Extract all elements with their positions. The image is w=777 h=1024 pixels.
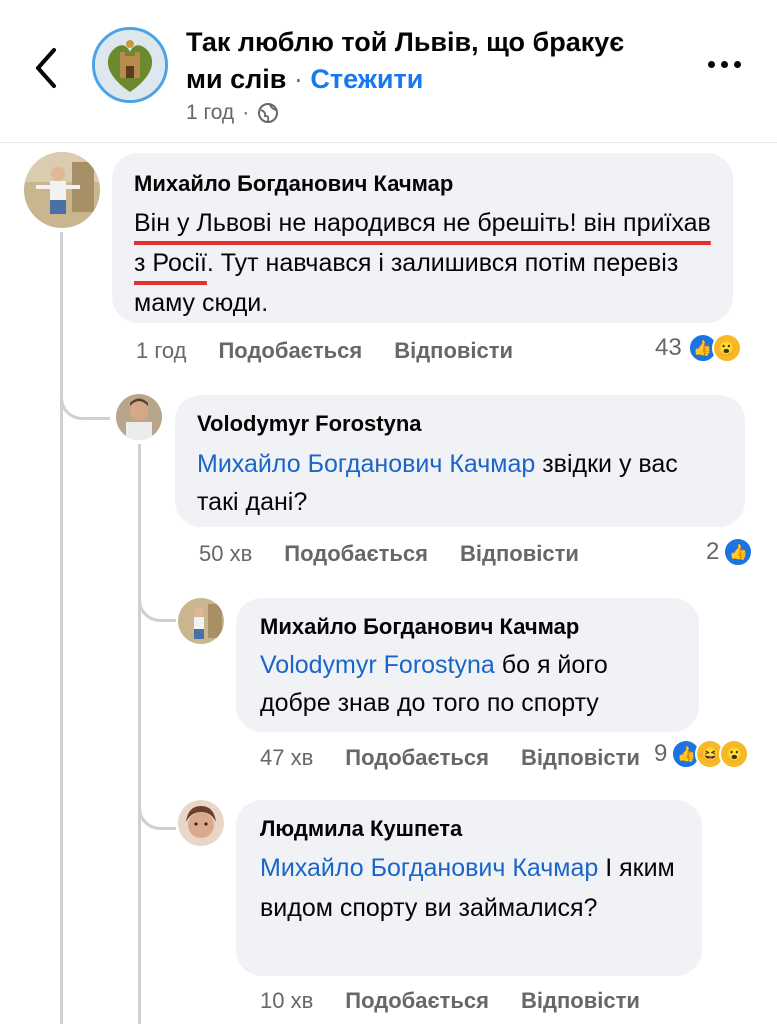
like-button[interactable]: Подобається (345, 745, 489, 771)
comment-time[interactable]: 47 хв (260, 745, 313, 771)
comment-time[interactable]: 10 хв (260, 988, 313, 1014)
comment-bubble: Михайло Богданович Качмар Volodymyr Foro… (236, 598, 699, 732)
mention-link[interactable]: Михайло Богданович Качмар (197, 450, 535, 478)
reaction-summary[interactable]: 2 👍 (706, 537, 754, 567)
comment-text-rest: . Тут навчався і залишився потім перевіз… (134, 249, 679, 317)
user-photo-icon (116, 394, 162, 440)
reaction-count: 9 (654, 740, 668, 767)
meta-dot: · (242, 101, 250, 124)
user-photo-icon (178, 598, 224, 644)
reply-button[interactable]: Відповісти (460, 541, 579, 567)
title-separator: · (286, 64, 311, 94)
reply-button[interactable]: Відповісти (521, 745, 640, 771)
comment-time[interactable]: 50 хв (199, 541, 252, 567)
avatar[interactable] (178, 800, 224, 846)
comment-bubble: Людмила Кушпета Михайло Богданович Качма… (236, 800, 702, 976)
comment-actions: 47 хв Подобається Відповісти (260, 743, 672, 773)
comment-actions: 1 год Подобається Відповісти (136, 336, 545, 366)
like-button[interactable]: Подобається (345, 988, 489, 1014)
chevron-left-icon (36, 48, 56, 88)
comment-text: Михайло Богданович Качмар І яким видом с… (260, 848, 678, 928)
reply-button[interactable]: Відповісти (521, 988, 640, 1014)
follow-button[interactable]: Стежити (310, 64, 423, 94)
avatar[interactable] (178, 598, 224, 644)
reaction-count: 43 (655, 334, 682, 361)
like-button[interactable]: Подобається (218, 338, 362, 364)
more-dot-icon (721, 60, 728, 68)
wow-icon: 😮 (719, 739, 750, 769)
header-divider (0, 142, 777, 143)
comment-author[interactable]: Михайло Богданович Качмар (260, 612, 675, 642)
mention-link[interactable]: Volodymyr Forostyna (260, 651, 495, 679)
reaction-summary[interactable]: 43 👍 😮 (655, 333, 742, 363)
comment-actions: 10 хв Подобається Відповісти (260, 986, 672, 1016)
user-photo-icon (24, 152, 100, 228)
globe-icon (258, 103, 279, 123)
thread-line (60, 232, 63, 1024)
like-icon: 👍 (723, 537, 754, 567)
comment-time[interactable]: 1 год (136, 338, 186, 364)
reaction-count: 2 (706, 538, 720, 565)
comment-actions: 50 хв Подобається Відповісти (199, 539, 611, 569)
back-button[interactable] (28, 40, 68, 96)
comment-text: Михайло Богданович Качмар звідки у вас т… (197, 445, 723, 521)
mention-link[interactable]: Михайло Богданович Качмар (260, 854, 598, 882)
group-title[interactable]: Так люблю той Львів, що бракує ми слів ·… (186, 24, 666, 98)
post-time[interactable]: 1 год (186, 101, 234, 125)
user-photo-icon (178, 800, 224, 846)
comment-text: Volodymyr Forostyna бо я його добре знав… (260, 646, 675, 722)
comment-bubble: Volodymyr Forostyna Михайло Богданович К… (175, 395, 745, 527)
comment-author[interactable]: Людмила Кушпета (260, 814, 678, 844)
comment-author[interactable]: Михайло Богданович Качмар (134, 169, 711, 199)
post-meta: 1 год · (186, 101, 279, 125)
group-avatar[interactable] (92, 27, 168, 103)
reaction-summary[interactable]: 9 👍 😆 😮 (654, 739, 750, 769)
comment-author[interactable]: Volodymyr Forostyna (197, 409, 723, 439)
thread-line (138, 444, 141, 1024)
lviv-emblem-icon (95, 30, 165, 100)
comment-bubble: Михайло Богданович Качмар Він у Львові н… (112, 153, 733, 323)
more-dot-icon (734, 60, 741, 68)
wow-icon: 😮 (711, 333, 742, 363)
avatar[interactable] (24, 152, 100, 228)
more-dot-icon (708, 60, 715, 68)
thread-branch (60, 380, 110, 420)
avatar[interactable] (116, 394, 162, 440)
like-button[interactable]: Подобається (284, 541, 428, 567)
comment-text: Він у Львові не народився не брешіть! ві… (134, 203, 711, 323)
thread-branch (138, 582, 176, 622)
thread-branch (138, 790, 176, 830)
more-options-button[interactable] (708, 52, 752, 76)
reply-button[interactable]: Відповісти (394, 338, 513, 364)
